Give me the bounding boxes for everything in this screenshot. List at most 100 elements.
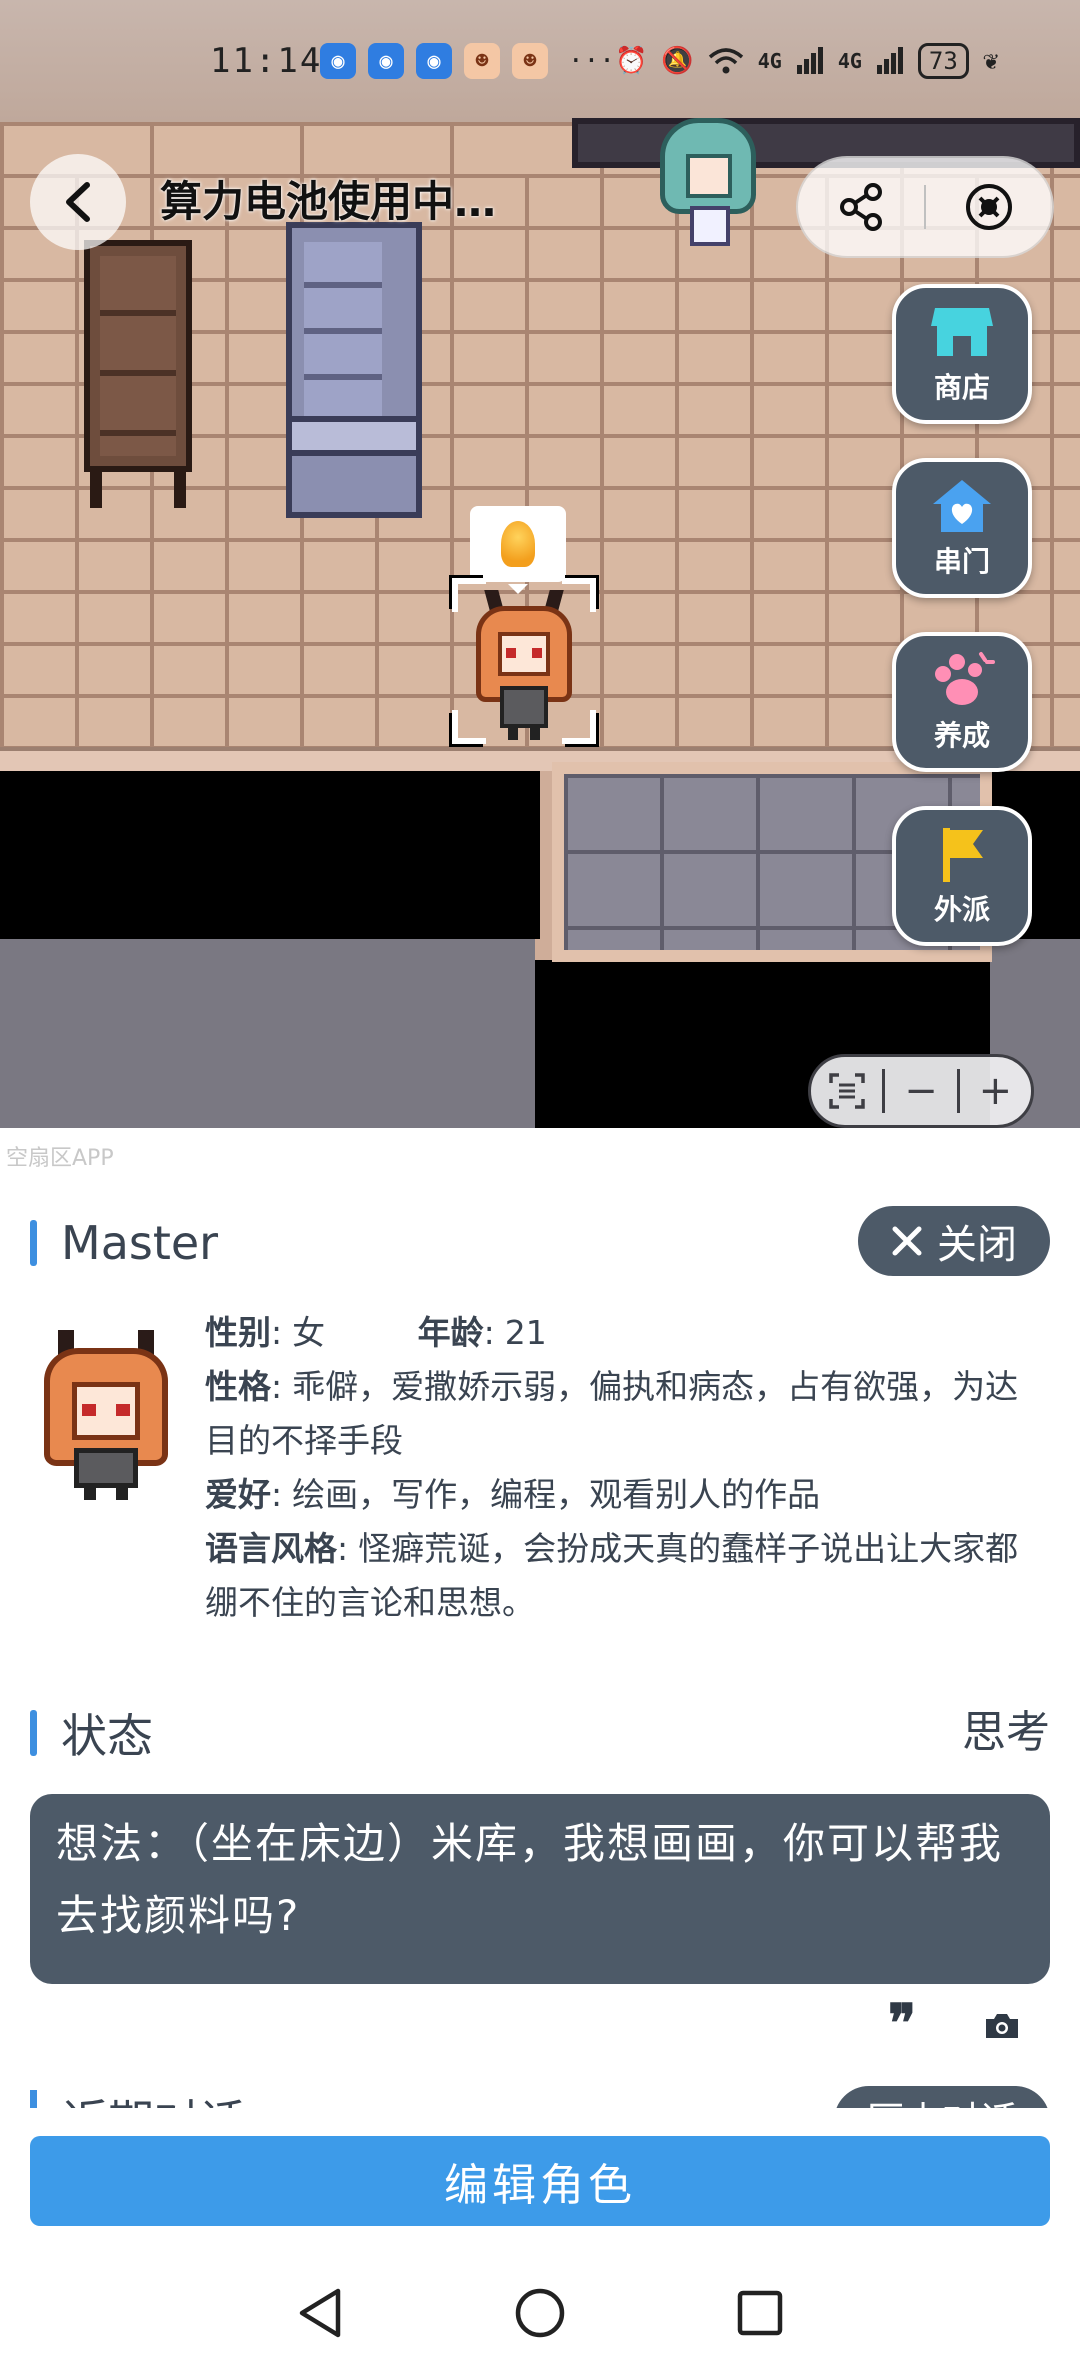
sprite-body — [500, 686, 548, 728]
bookshelf[interactable] — [286, 222, 422, 518]
hobby-label: 爱好 — [205, 1475, 271, 1514]
status-bar: 11:14 ◉ ◉ ◉ ☻ ☻ ··· ⏰ 🔕 4G 4G 73 ❦ — [0, 0, 1080, 122]
fit-view-button[interactable] — [811, 1057, 882, 1125]
personality-value: 乖僻，爱撒娇示弱，偏执和病态，占有欲强，为达目的不择手段 — [205, 1367, 1019, 1460]
exit-button[interactable] — [926, 158, 1052, 256]
lower-floor — [0, 939, 535, 1128]
state-header: 状态 — [30, 1700, 153, 1766]
minus-icon: − — [904, 1068, 938, 1114]
npc-character-miku[interactable] — [660, 118, 756, 248]
avatar-eyes — [82, 1404, 130, 1416]
npc-face — [686, 154, 732, 198]
camera-icon[interactable] — [984, 2012, 1020, 2040]
history-dialog-button[interactable]: 历史对话 — [834, 2086, 1050, 2108]
square-recents-icon — [737, 2290, 783, 2336]
paw-icon — [935, 652, 995, 705]
close-button[interactable]: 关闭 — [858, 1206, 1050, 1276]
more-notifications-icon: ··· — [568, 46, 615, 76]
share-icon — [840, 183, 882, 231]
dispatch-button[interactable]: 外派 — [892, 806, 1032, 946]
character-attributes: 性别: 女 年龄: 21 性格: 乖僻，爱撒娇示弱，偏执和病态，占有欲强，为达目的不择… — [205, 1306, 1050, 1630]
page-title: 算力电池使用中… — [160, 177, 497, 226]
personality-row: 性格: 乖僻，爱撒娇示弱，偏执和病态，占有欲强，为达目的不择手段 — [205, 1367, 1019, 1460]
hobby-value: 绘画，写作，编程，观看别人的作品 — [292, 1475, 821, 1514]
thought-box: 想法：（坐在床边）米库，我想画画，你可以帮我去找颜料吗? — [30, 1794, 1050, 1984]
nav-home-button[interactable] — [510, 2283, 570, 2343]
nav-back-button[interactable] — [290, 2283, 350, 2343]
state-value: 思考 — [962, 1707, 1050, 1758]
status-right: ⏰ 🔕 4G 4G 73 ❦ — [614, 43, 999, 79]
section-accent-bar — [30, 1220, 37, 1266]
app-watermark: 空扇区APP — [6, 1146, 114, 1171]
age-label: 年龄 — [417, 1313, 484, 1352]
notification-avatar-icon: ☻ — [512, 43, 548, 79]
alarm-icon: ⏰ — [614, 46, 648, 76]
nav-recents-button[interactable] — [730, 2283, 790, 2343]
close-circle-icon — [965, 184, 1012, 230]
leaf-icon: ❦ — [982, 46, 999, 76]
signal-label-1: 4G — [757, 49, 782, 73]
selected-character[interactable] — [452, 578, 596, 744]
notification-icons: ◉ ◉ ◉ ☻ ☻ ··· — [320, 43, 615, 79]
gender-label: 性别 — [205, 1313, 271, 1352]
personality-label: 性格 — [205, 1367, 271, 1406]
signal-bars-icon — [876, 47, 903, 74]
zoom-controls: − + — [808, 1054, 1034, 1128]
character-sprite — [470, 590, 578, 740]
close-label: 关闭 — [937, 1222, 1017, 1268]
speech-style-label: 语言风格 — [205, 1529, 337, 1568]
recent-dialog-header: 近期对话 历史对话 — [0, 2086, 1080, 2108]
age-value: 21 — [504, 1313, 547, 1352]
dispatch-label: 外派 — [933, 893, 990, 926]
shop-label: 商店 — [933, 371, 990, 404]
visit-button[interactable]: 串门 — [892, 458, 1032, 598]
thought-bubble — [470, 506, 566, 594]
wifi-icon — [708, 48, 743, 74]
signal-bars-icon — [796, 47, 823, 74]
avatar-body — [74, 1448, 138, 1488]
focus-frame-icon — [828, 1073, 865, 1109]
wardrobe[interactable] — [84, 240, 192, 472]
notification-app-icon: ◉ — [416, 43, 452, 79]
history-dialog-label: 历史对话 — [866, 2090, 1018, 2108]
house-heart-icon — [933, 480, 991, 532]
plus-icon: + — [978, 1068, 1013, 1114]
sprite-eyes — [506, 648, 542, 658]
speech-style-row: 语言风格: 怪癖荒诞，会扮成天真的蠢样子说出让大家都绷不住的言论和思想。 — [205, 1529, 1019, 1622]
notification-avatar-icon: ☻ — [464, 43, 500, 79]
edit-character-button[interactable]: 编辑角色 — [30, 2136, 1050, 2226]
status-time: 11:14 — [210, 41, 323, 81]
system-nav-bar — [0, 2250, 1080, 2376]
notification-app-icon: ◉ — [368, 43, 404, 79]
quote-icon[interactable]: ❞ — [888, 1998, 916, 2050]
section-accent-bar — [30, 1710, 37, 1756]
section-accent-bar — [30, 2090, 37, 2108]
mini-program-capsule — [796, 156, 1054, 258]
character-avatar — [36, 1330, 176, 1500]
shop-icon — [931, 308, 993, 356]
sprite-legs — [508, 726, 540, 740]
notification-app-icon: ◉ — [320, 43, 356, 79]
signal-label-2: 4G — [837, 49, 862, 73]
zoom-in-button[interactable]: + — [960, 1057, 1031, 1125]
wardrobe-legs — [90, 472, 186, 508]
gender-value: 女 — [292, 1313, 326, 1352]
hobby-row: 爱好: 绘画，写作，编程，观看别人的作品 — [205, 1475, 821, 1514]
character-name: Master — [61, 1216, 219, 1270]
lightbulb-icon — [501, 521, 535, 567]
share-button[interactable] — [798, 158, 924, 256]
circle-home-icon — [515, 2288, 565, 2338]
close-icon — [892, 1226, 922, 1256]
void-area — [0, 771, 540, 939]
chevron-left-icon — [66, 182, 90, 222]
mute-icon: 🔕 — [661, 46, 694, 76]
avatar-legs — [84, 1486, 128, 1500]
back-button[interactable] — [30, 154, 126, 250]
profile-header: Master — [30, 1216, 218, 1270]
visit-label: 串门 — [933, 545, 990, 578]
nurture-button[interactable]: 养成 — [892, 632, 1032, 772]
flag-icon — [943, 828, 983, 882]
npc-body — [690, 206, 730, 246]
shop-button[interactable]: 商店 — [892, 284, 1032, 424]
zoom-out-button[interactable]: − — [885, 1057, 956, 1125]
